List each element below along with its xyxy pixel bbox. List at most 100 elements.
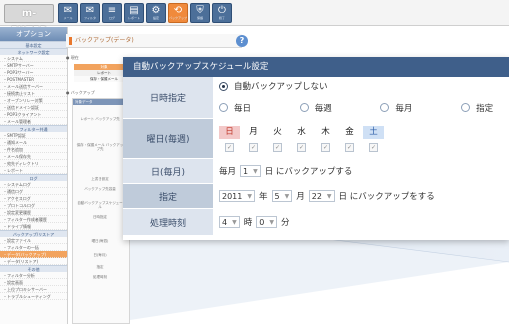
card-field-label: 自動バックアップスケジュール — [77, 201, 123, 209]
weekday-checkbox[interactable]: ✓ — [273, 142, 282, 152]
sidebar-item[interactable]: ・宛先ディレクトリ — [0, 160, 67, 167]
radio-specified[interactable]: 指定 — [461, 102, 493, 114]
weekday-name: 土 — [363, 125, 384, 139]
sidebar-item[interactable]: ・設定ファイル — [0, 237, 67, 244]
card-field-label: 上書き設定 — [91, 177, 109, 181]
monthly-day-value: 1 — [243, 166, 249, 176]
toolbar-button-mail[interactable]: ✉ メール — [58, 3, 78, 23]
sidebar-item[interactable]: ・接続禁止リスト — [0, 90, 67, 97]
radio-dot-selected — [219, 81, 228, 91]
card-field-label: 日(毎月) — [93, 253, 107, 257]
radio-current-label[interactable]: ● 現在 — [66, 55, 79, 61]
sidebar-item[interactable]: ・メール保存先 — [0, 153, 67, 160]
card-field-label: 指定 — [96, 265, 104, 269]
sidebar-item[interactable]: ・件名追加 — [0, 146, 67, 153]
sidebar-item[interactable]: ・SMTPサーバー — [0, 62, 67, 69]
report-icon: ▤ — [129, 5, 139, 16]
sidebar-item[interactable]: ・システム — [0, 55, 67, 62]
sidebar-item[interactable]: ・アクセスログ — [0, 195, 67, 202]
chevron-down-icon: ▼ — [284, 192, 290, 200]
card-title: 対象データ — [73, 99, 129, 105]
radio-dot — [380, 103, 390, 112]
toolbar-button-backup[interactable]: ⟲ バックアップ — [168, 3, 188, 23]
weekday-checkbox[interactable]: ✓ — [345, 142, 354, 152]
month-value: 5 — [274, 191, 280, 201]
sidebar-item[interactable]: ・POSTMASTER — [0, 76, 67, 83]
year-select[interactable]: 2011 ▼ — [219, 190, 255, 202]
minute-select[interactable]: 0 ▼ — [256, 216, 277, 228]
day-select[interactable]: 22 ▼ — [308, 190, 335, 202]
toolbar-button-settings[interactable]: ⚙ 設定 — [146, 3, 166, 23]
monthly-day-select[interactable]: 1 ▼ — [240, 165, 261, 177]
sidebar-item[interactable]: ・フィルターの一括 — [0, 244, 67, 251]
weekday-label: 曜日(毎週) — [123, 119, 213, 158]
weekday-checkbox[interactable]: ✓ — [321, 142, 330, 152]
sidebar-item[interactable]: ・メール送信サーバー — [0, 83, 67, 90]
weekday-checkbox[interactable]: ✓ — [225, 142, 234, 152]
sidebar-item[interactable]: ・POP3サーバー — [0, 69, 67, 76]
toolbar-caption: ログ — [108, 16, 115, 20]
sidebar-section-header: ログ — [0, 174, 67, 181]
weekday-column: 土 ✓ — [363, 125, 384, 152]
sidebar-item[interactable]: ・上位プロキシサーバー — [0, 286, 67, 293]
weekday-column: 日 ✓ — [219, 125, 240, 152]
sidebar-item[interactable]: ・フィルター分析 — [0, 272, 67, 279]
sidebar-item[interactable]: ・メール管理者 — [0, 118, 67, 125]
hour-unit: 時 — [243, 218, 253, 228]
minute-value: 0 — [259, 217, 265, 227]
sidebar-item[interactable]: ・通信ログ — [0, 188, 67, 195]
sidebar-item[interactable]: ・オープンリレー対策 — [0, 97, 67, 104]
weekday-checkbox[interactable]: ✓ — [369, 142, 378, 152]
mail-filter-icon: ✉ — [85, 5, 95, 16]
weekday-column: 水 ✓ — [291, 126, 312, 152]
toolbar-button-report[interactable]: ▤ レポート — [124, 3, 144, 23]
sidebar-item[interactable]: ・トラブルシューティング — [0, 293, 67, 300]
backup-settings-card: 対象データ レポート バックアップ先 保存・保護メール バックアップ先 上書き設定バ… — [72, 98, 130, 324]
sidebar-item[interactable]: ・システムログ — [0, 181, 67, 188]
toolbar-button-shield[interactable]: ⛨ 保護 — [190, 3, 210, 23]
monthly-label: 日(毎月) — [123, 159, 213, 183]
radio-daily[interactable]: 毎日 — [219, 102, 283, 114]
sidebar-item[interactable]: ・データ(リストア) — [0, 258, 67, 265]
year-unit: 年 — [258, 192, 268, 202]
sidebar-item[interactable]: ・プロトコルログ — [0, 202, 67, 209]
radio-monthly[interactable]: 毎月 — [380, 102, 444, 114]
hour-select[interactable]: 4 ▼ — [219, 216, 240, 228]
month-select[interactable]: 5 ▼ — [271, 190, 293, 202]
toolbar-caption: レポート — [127, 16, 140, 20]
sidebar-item[interactable]: ・設定画面 — [0, 279, 67, 286]
sidebar-item[interactable]: ・SMTP認証 — [0, 132, 67, 139]
minute-unit: 分 — [280, 218, 290, 228]
sidebar-item[interactable]: ・POP3クライアント — [0, 111, 67, 118]
time-row: 処理時刻 4 ▼ 時 0 ▼ 分 — [123, 209, 509, 236]
sidebar-section-header: バックアップ/リストア — [0, 230, 67, 237]
weekday-row: 曜日(毎週) 日 ✓ 月 ✓ 火 ✓ 水 ✓ 木 ✓ 金 ✓ 土 ✓ — [123, 119, 509, 159]
sidebar-item[interactable]: ・データ(バックアップ) — [0, 251, 67, 258]
weekday-checkbox[interactable]: ✓ — [249, 142, 258, 152]
mail-icon: ✉ — [63, 5, 73, 16]
page-title: バックアップ(データ) — [66, 34, 242, 48]
sidebar-section-header: フィルター共通 — [0, 125, 67, 132]
monthly-suffix: 日 にバックアップする — [264, 167, 353, 177]
weekday-checkbox[interactable]: ✓ — [297, 142, 306, 152]
radio-weekly[interactable]: 毎週 — [299, 102, 364, 114]
sidebar-item[interactable]: ・レポート — [0, 167, 67, 174]
sidebar-item[interactable]: ・通知メール — [0, 139, 67, 146]
toolbar-button-list[interactable]: ≡ ログ — [102, 3, 122, 23]
sidebar-section-header: その他 — [0, 265, 67, 272]
sidebar-item[interactable]: ・送信ドメイン認証 — [0, 104, 67, 111]
radio-backup-text: バックアップ — [70, 90, 95, 95]
weekday-checkboxes: 日 ✓ 月 ✓ 火 ✓ 水 ✓ 木 ✓ 金 ✓ 土 ✓ — [219, 125, 387, 152]
sidebar-item[interactable]: ・フィルター作成者履歴 — [0, 216, 67, 223]
weekday-name: 木 — [321, 126, 330, 137]
weekday-column: 金 ✓ — [339, 126, 360, 152]
help-button[interactable]: ? — [236, 35, 248, 47]
time-label: 処理時刻 — [123, 209, 213, 235]
sidebar-item[interactable]: ・ドライブ情報 — [0, 223, 67, 230]
radio-no-auto-backup[interactable]: 自動バックアップしない — [219, 80, 328, 92]
sidebar-item[interactable]: ・設定変更履歴 — [0, 209, 67, 216]
radio-backup-label[interactable]: ● バックアップ — [66, 90, 95, 96]
shield-icon: ⛨ — [196, 5, 204, 16]
toolbar-button-mail-filter[interactable]: ✉ フィルタ — [80, 3, 100, 23]
toolbar-button-logout[interactable]: ⏻ 終了 — [212, 3, 232, 23]
